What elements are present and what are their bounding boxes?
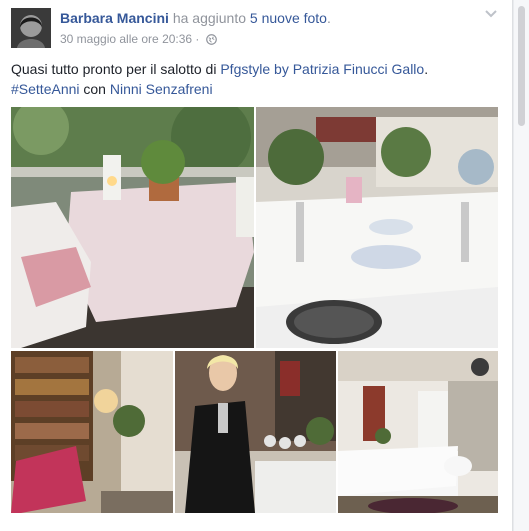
photo-woman[interactable] (175, 351, 336, 513)
header-period: . (326, 10, 331, 26)
avatar[interactable] (11, 8, 51, 48)
photos-link[interactable]: 5 nuove foto (250, 10, 327, 26)
post-text-intro: Quasi tutto pronto per il salotto di (11, 61, 221, 77)
meta-separator: · (192, 32, 203, 46)
timestamp[interactable]: 30 maggio alle ore 20:36 (60, 32, 192, 46)
action-text: ha aggiunto (172, 10, 247, 26)
globe-icon[interactable] (205, 34, 217, 48)
photo-table-setting[interactable] (256, 107, 498, 348)
tagged-person-link[interactable]: Ninni Senzafreni (110, 81, 213, 97)
chevron-down-icon[interactable] (482, 6, 500, 22)
scrollbar-thumb[interactable] (518, 6, 525, 126)
scrollbar[interactable] (514, 0, 529, 531)
author-name[interactable]: Barbara Mancini (60, 10, 169, 26)
post-text-with: con (79, 81, 110, 97)
page-link[interactable]: Pfgstyle by Patrizia Finucci Gallo (220, 61, 424, 77)
photo-balcony[interactable] (11, 107, 254, 348)
post-card: Barbara Mancini ha aggiunto 5 nuove foto… (0, 0, 513, 531)
hashtag-link[interactable]: #SetteAnni (11, 81, 80, 97)
post-text-period: . (424, 61, 429, 77)
photo-room[interactable] (338, 351, 498, 513)
photo-bookshelf[interactable] (11, 351, 173, 513)
post-meta: 30 maggio alle ore 20:36 · (60, 32, 217, 48)
post-header: Barbara Mancini ha aggiunto 5 nuove foto… (60, 10, 331, 26)
post-text: Quasi tutto pronto per il salotto di Pfg… (11, 59, 506, 99)
